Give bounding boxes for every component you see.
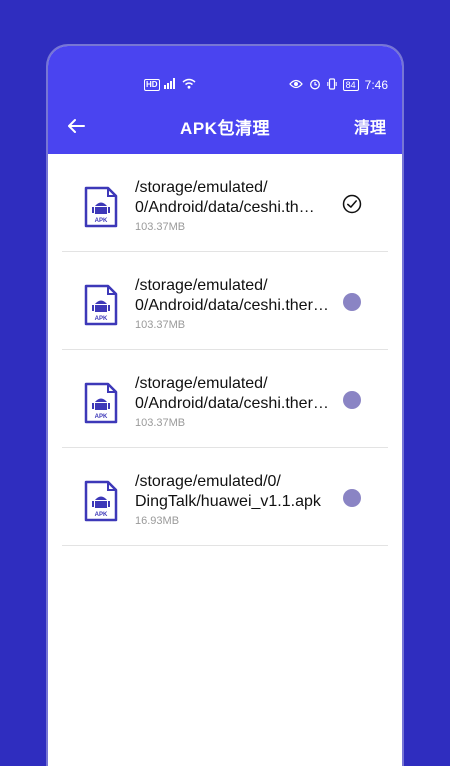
checkmark-circle-icon[interactable]: [342, 194, 362, 214]
vibrate-icon: [326, 77, 337, 93]
list-item[interactable]: APK /storage/emulated/ 0/Android/data/ce…: [62, 154, 388, 252]
file-info: /storage/emulated/ 0/Android/data/ceshi.…: [135, 374, 345, 429]
apk-file-icon: APK: [82, 382, 120, 424]
list-item[interactable]: APK /storage/emulated/ 0/Android/data/ce…: [62, 350, 388, 448]
file-path-line1: /storage/emulated/: [135, 179, 268, 196]
apk-file-icon: APK: [82, 284, 120, 326]
radio-dot-icon: [343, 489, 361, 507]
radio-dot-icon: [343, 293, 361, 311]
file-path-line1: /storage/emulated/: [135, 375, 268, 392]
status-right: 84 7:46: [288, 77, 388, 93]
clean-button[interactable]: 清理: [354, 114, 386, 138]
app-screen: HD 84 7:46 APK包清理 清理 APK /storage/emulat…: [48, 46, 402, 766]
svg-text:APK: APK: [95, 218, 108, 224]
status-bar: HD 84 7:46: [48, 76, 402, 94]
file-path-line2: 0/Android/data/ceshi.ther…: [135, 395, 329, 412]
eye-icon: [288, 78, 303, 92]
file-size: 103.37MB: [135, 221, 186, 233]
apk-file-icon: APK: [82, 480, 120, 522]
apk-list: APK /storage/emulated/ 0/Android/data/ce…: [48, 154, 402, 546]
clock-time: 7:46: [364, 78, 388, 92]
list-item[interactable]: APK /storage/emulated/ 0/Android/data/ce…: [62, 252, 388, 350]
alarm-icon: [309, 78, 321, 93]
signal-icon: [163, 78, 178, 92]
file-path-line1: /storage/emulated/0/: [135, 473, 281, 490]
file-size: 103.37MB: [135, 417, 186, 429]
toolbar: APK包清理 清理: [48, 112, 402, 140]
svg-text:APK: APK: [95, 512, 108, 518]
file-path-line2: 0/Android/data/ceshi.th…: [135, 199, 315, 216]
back-arrow-icon[interactable]: [64, 112, 88, 140]
file-info: /storage/emulated/0/ DingTalk/huawei_v1.…: [135, 472, 345, 527]
status-left: HD: [144, 78, 196, 92]
svg-text:APK: APK: [95, 316, 108, 322]
file-path-line2: DingTalk/huawei_v1.1.apk: [135, 493, 321, 510]
file-path-line1: /storage/emulated/: [135, 277, 268, 294]
app-header: HD 84 7:46 APK包清理 清理: [48, 46, 402, 154]
hd-icon: HD: [144, 79, 160, 91]
battery-icon: 84: [342, 79, 359, 91]
file-info: /storage/emulated/ 0/Android/data/ceshi.…: [135, 276, 345, 331]
unselected-radio[interactable]: [342, 292, 362, 312]
unselected-radio[interactable]: [342, 488, 362, 508]
file-size: 16.93MB: [135, 515, 180, 527]
file-info: /storage/emulated/ 0/Android/data/ceshi.…: [135, 178, 345, 233]
svg-text:APK: APK: [95, 414, 108, 420]
unselected-radio[interactable]: [342, 390, 362, 410]
list-item[interactable]: APK /storage/emulated/0/ DingTalk/huawei…: [62, 448, 388, 546]
apk-file-icon: APK: [82, 186, 120, 228]
page-title: APK包清理: [180, 118, 270, 138]
file-path-line2: 0/Android/data/ceshi.ther…: [135, 297, 329, 314]
file-size: 103.37MB: [135, 319, 186, 331]
radio-dot-icon: [343, 391, 361, 409]
wifi-icon: [182, 78, 196, 92]
